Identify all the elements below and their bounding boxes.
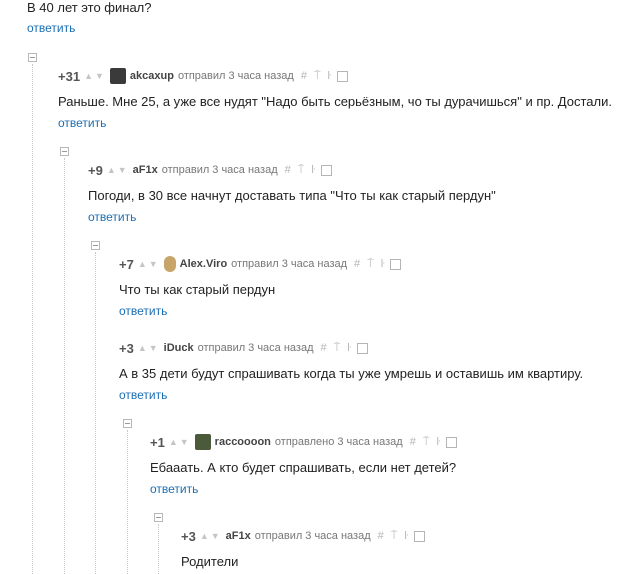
collapse-branch-button[interactable] bbox=[60, 147, 69, 156]
save-icon[interactable] bbox=[356, 342, 368, 354]
avatar[interactable] bbox=[109, 68, 126, 84]
comment-text: Погоди, в 30 все начнут доставать типа "… bbox=[88, 188, 496, 203]
reply-link[interactable]: ответить bbox=[58, 116, 106, 130]
rating: +1 bbox=[150, 434, 165, 450]
sent-label: отправлено bbox=[274, 436, 335, 448]
sent-label: отправил bbox=[254, 530, 303, 542]
save-icon[interactable] bbox=[337, 70, 349, 82]
sent-label: отправил bbox=[197, 342, 246, 354]
thread-line bbox=[127, 430, 128, 574]
branch-icon[interactable]: ŀ bbox=[381, 258, 385, 270]
rating: +3 bbox=[119, 340, 134, 356]
collapse-branch-button[interactable] bbox=[91, 241, 100, 250]
comment-text: А в 35 дети будут спрашивать когда ты уж… bbox=[119, 366, 584, 381]
avatar[interactable] bbox=[163, 256, 176, 272]
branch-icon[interactable]: ŀ bbox=[311, 164, 315, 176]
comment-header: +3 ▲ ▼ aF1x отправил 3 часа назад # ⍑ ŀ bbox=[181, 528, 426, 544]
hash-icon[interactable]: # bbox=[301, 70, 307, 82]
vote-up-icon[interactable]: ▲ bbox=[169, 437, 178, 447]
vote-down-icon[interactable]: ▼ bbox=[211, 531, 220, 541]
rating: +31 bbox=[58, 68, 81, 84]
vote-down-icon[interactable]: ▼ bbox=[180, 437, 189, 447]
timestamp[interactable]: 3 часа назад bbox=[212, 164, 277, 176]
timestamp[interactable]: 3 часа назад bbox=[282, 258, 347, 270]
pin-icon[interactable]: ⍑ bbox=[367, 258, 374, 271]
sent-label: отправил bbox=[161, 164, 210, 176]
pin-icon[interactable]: ⍑ bbox=[298, 164, 305, 177]
pin-icon[interactable]: ⍑ bbox=[423, 436, 430, 449]
comment-text: Родители bbox=[181, 554, 239, 569]
rating: +9 bbox=[88, 162, 103, 178]
vote-up-icon[interactable]: ▲ bbox=[138, 259, 147, 269]
author-link[interactable]: aF1x bbox=[133, 164, 158, 176]
vote-up-icon[interactable]: ▲ bbox=[107, 165, 116, 175]
comment-text: Раньше. Мне 25, а уже все нудят "Надо бы… bbox=[58, 94, 612, 109]
author-link[interactable]: aF1x bbox=[226, 530, 251, 542]
avatar[interactable] bbox=[194, 434, 211, 450]
timestamp[interactable]: 3 часа назад bbox=[228, 70, 293, 82]
timestamp[interactable]: 3 часа назад bbox=[305, 530, 370, 542]
comment-header: +7 ▲ ▼ Alex.Viro отправил 3 часа назад #… bbox=[119, 256, 402, 272]
vote-up-icon[interactable]: ▲ bbox=[138, 343, 147, 353]
thread-line bbox=[95, 252, 96, 574]
comment-text: В 40 лет это финал? bbox=[27, 0, 152, 15]
reply-link[interactable]: ответить bbox=[119, 304, 167, 318]
hash-icon[interactable]: # bbox=[285, 164, 291, 176]
thread-line bbox=[32, 64, 33, 574]
save-icon[interactable] bbox=[446, 436, 458, 448]
comment-text: Что ты как старый пердун bbox=[119, 282, 276, 297]
comment-header: +9 ▲ ▼ aF1x отправил 3 часа назад # ⍑ ŀ bbox=[88, 162, 333, 178]
comment-text: Ебааать. А кто будет спрашивать, если не… bbox=[150, 460, 457, 475]
collapse-branch-button[interactable] bbox=[123, 419, 132, 428]
pin-icon[interactable]: ⍑ bbox=[391, 530, 398, 543]
branch-icon[interactable]: ŀ bbox=[328, 70, 332, 82]
vote-down-icon[interactable]: ▼ bbox=[149, 259, 158, 269]
pin-icon[interactable]: ⍑ bbox=[334, 342, 341, 355]
hash-icon[interactable]: # bbox=[321, 342, 327, 354]
thread-line bbox=[158, 524, 159, 574]
rating: +3 bbox=[181, 528, 196, 544]
reply-link[interactable]: ответить bbox=[119, 388, 167, 402]
comment-header: +1 ▲ ▼ raccoooon отправлено 3 часа назад… bbox=[150, 434, 458, 450]
author-link[interactable]: Alex.Viro bbox=[180, 258, 228, 270]
sent-label: отправил bbox=[177, 70, 226, 82]
branch-icon[interactable]: ŀ bbox=[347, 342, 351, 354]
comment-header: +31 ▲ ▼ akcaxup отправил 3 часа назад # … bbox=[58, 68, 349, 84]
save-icon[interactable] bbox=[321, 164, 333, 176]
author-link[interactable]: iDuck bbox=[164, 342, 194, 354]
save-icon[interactable] bbox=[390, 258, 402, 270]
branch-icon[interactable]: ŀ bbox=[404, 530, 408, 542]
vote-down-icon[interactable]: ▼ bbox=[149, 343, 158, 353]
author-link[interactable]: raccoooon bbox=[215, 436, 271, 448]
save-icon[interactable] bbox=[414, 530, 426, 542]
vote-down-icon[interactable]: ▼ bbox=[95, 71, 104, 81]
timestamp[interactable]: 3 часа назад bbox=[248, 342, 313, 354]
vote-up-icon[interactable]: ▲ bbox=[84, 71, 93, 81]
hash-icon[interactable]: # bbox=[410, 436, 416, 448]
reply-link[interactable]: ответить bbox=[88, 210, 136, 224]
rating: +7 bbox=[119, 256, 134, 272]
comment-header: +3 ▲ ▼ iDuck отправил 3 часа назад # ⍑ ŀ bbox=[119, 340, 368, 356]
sent-label: отправил bbox=[231, 258, 279, 270]
timestamp[interactable]: 3 часа назад bbox=[337, 436, 402, 448]
hash-icon[interactable]: # bbox=[354, 258, 360, 270]
reply-link[interactable]: ответить bbox=[150, 482, 198, 496]
reply-link[interactable]: ответить bbox=[27, 21, 75, 35]
collapse-branch-button[interactable] bbox=[28, 53, 37, 62]
collapse-branch-button[interactable] bbox=[154, 513, 163, 522]
pin-icon[interactable]: ⍑ bbox=[314, 70, 321, 83]
vote-down-icon[interactable]: ▼ bbox=[118, 165, 127, 175]
vote-up-icon[interactable]: ▲ bbox=[200, 531, 209, 541]
branch-icon[interactable]: ŀ bbox=[436, 436, 440, 448]
thread-line bbox=[64, 158, 65, 574]
hash-icon[interactable]: # bbox=[378, 530, 384, 542]
author-link[interactable]: akcaxup bbox=[130, 70, 174, 82]
